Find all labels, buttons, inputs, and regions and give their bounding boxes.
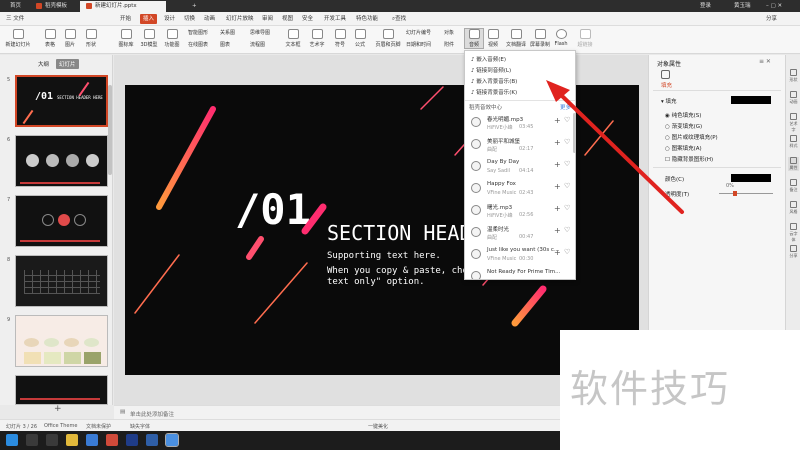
photoshop-icon[interactable] xyxy=(126,434,138,446)
protection-status[interactable]: 文档未保护 xyxy=(86,423,111,430)
notes-icon: ▤ xyxy=(120,409,126,415)
watermark-panel: 软件技巧 xyxy=(560,330,800,450)
search-icon[interactable] xyxy=(26,434,38,446)
watermark-text: 软件技巧 xyxy=(570,367,731,411)
missing-fonts[interactable]: 缺失字体 xyxy=(130,423,150,430)
app-icon[interactable] xyxy=(146,434,158,446)
arrow-shaft xyxy=(558,92,684,214)
beautify-button[interactable]: 一键美化 xyxy=(368,423,388,430)
theme-name: Office Theme xyxy=(44,423,78,429)
app-icon[interactable] xyxy=(106,434,118,446)
task-view-icon[interactable] xyxy=(46,434,58,446)
app-icon[interactable] xyxy=(86,434,98,446)
slide-counter: 幻灯片 3 / 26 xyxy=(6,424,37,430)
wps-icon[interactable] xyxy=(165,433,179,447)
file-explorer-icon[interactable] xyxy=(66,434,78,446)
notes-placeholder[interactable]: 单击此处添加备注 xyxy=(130,410,174,418)
windows-start-icon[interactable] xyxy=(6,434,18,446)
